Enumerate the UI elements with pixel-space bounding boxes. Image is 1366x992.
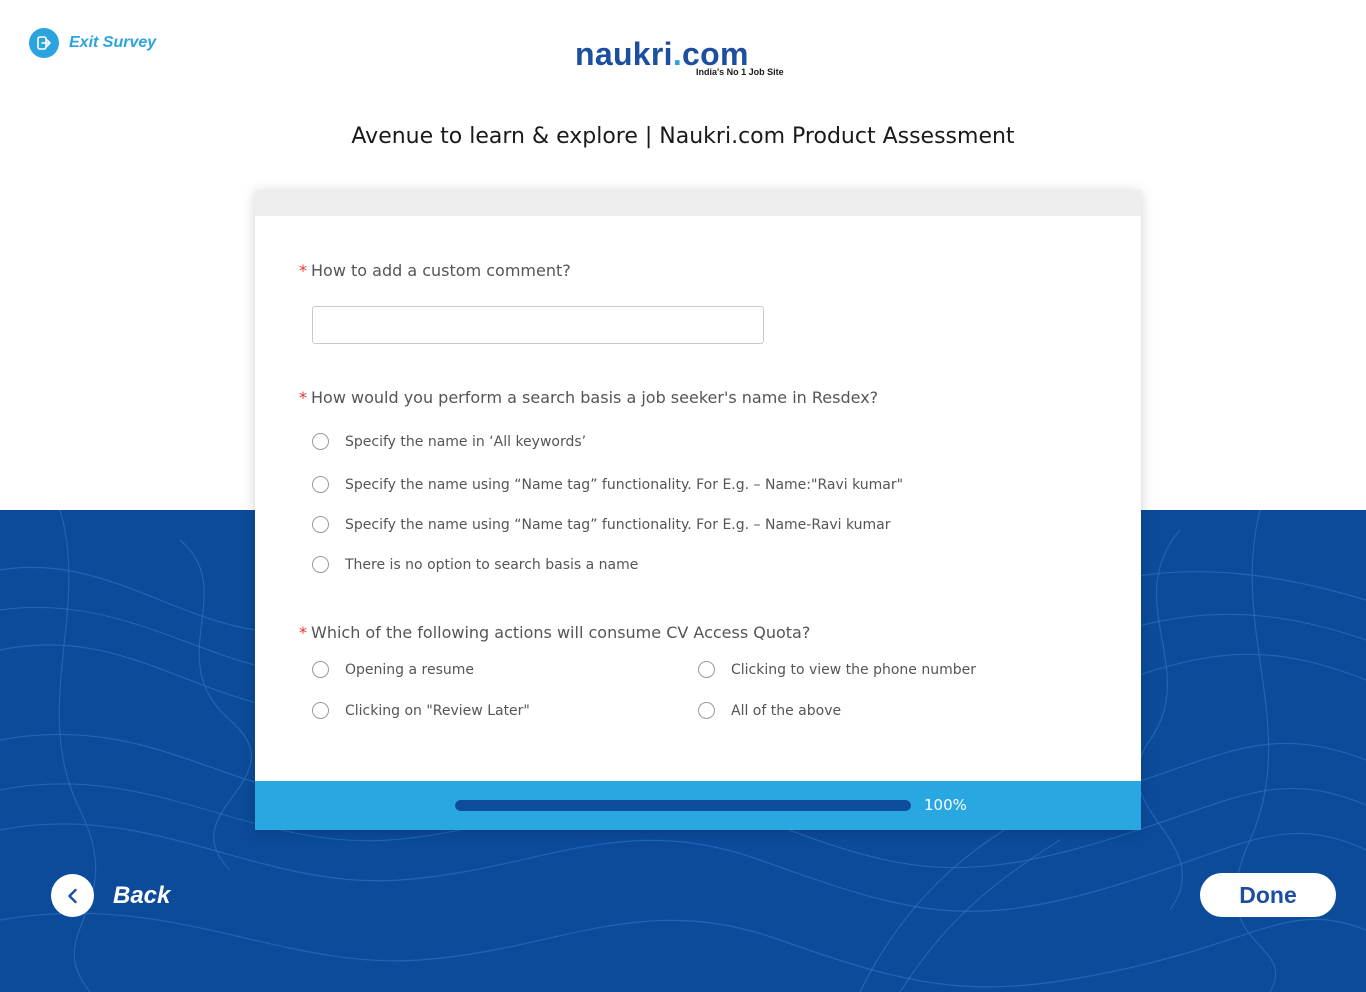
option-label: There is no option to search basis a nam…	[345, 556, 639, 573]
custom-comment-input[interactable]	[312, 306, 764, 344]
progress-bar-fill	[455, 800, 911, 811]
question-text: How to add a custom comment?	[311, 261, 571, 280]
question-2: * How would you perform a search basis a …	[299, 388, 878, 407]
page-title: Avenue to learn & explore | Naukri.com P…	[351, 124, 1015, 149]
exit-icon	[29, 28, 59, 58]
done-button[interactable]: Done	[1200, 873, 1336, 917]
radio-button[interactable]	[312, 476, 329, 493]
option-label: Opening a resume	[345, 661, 475, 678]
radio-option[interactable]: There is no option to search basis a nam…	[312, 556, 638, 573]
question-text: Which of the following actions will cons…	[311, 623, 811, 642]
exit-survey-label: Exit Survey	[69, 34, 157, 51]
naukri-logo: naukri.com India's No 1 Job Site	[575, 36, 795, 80]
progress-percent: 100%	[924, 796, 967, 814]
exit-survey-button[interactable]: Exit Survey	[29, 28, 156, 58]
survey-card: * How to add a custom comment? * How would…	[255, 190, 1141, 830]
logo-tagline: India's No 1 Job Site	[696, 67, 784, 77]
radio-option[interactable]: Specify the name in ‘All keywords’	[312, 433, 586, 450]
radio-option[interactable]: Clicking to view the phone number	[698, 661, 976, 678]
progress-bar	[455, 800, 911, 811]
question-text: How would you perform a search basis a j…	[311, 388, 879, 407]
radio-button[interactable]	[312, 433, 329, 450]
radio-button[interactable]	[698, 661, 715, 678]
radio-option[interactable]: Opening a resume	[312, 661, 474, 678]
required-mark: *	[299, 623, 307, 642]
back-label: Back	[113, 881, 171, 909]
radio-button[interactable]	[312, 702, 329, 719]
radio-button[interactable]	[312, 516, 329, 533]
card-header-strip	[255, 190, 1141, 216]
question-3: * Which of the following actions will con…	[299, 623, 810, 642]
option-label: Clicking to view the phone number	[731, 661, 976, 678]
radio-button[interactable]	[698, 702, 715, 719]
option-label: All of the above	[731, 702, 842, 719]
radio-option[interactable]: All of the above	[698, 702, 841, 719]
required-mark: *	[299, 261, 307, 280]
option-label: Specify the name in ‘All keywords’	[345, 433, 587, 450]
chevron-left-icon	[51, 874, 94, 917]
option-label: Specify the name using “Name tag” functi…	[345, 516, 891, 533]
radio-button[interactable]	[312, 661, 329, 678]
required-mark: *	[299, 388, 307, 407]
radio-option[interactable]: Clicking on "Review Later"	[312, 702, 530, 719]
option-label: Clicking on "Review Later"	[345, 702, 530, 719]
option-label: Specify the name using “Name tag” functi…	[345, 476, 904, 493]
radio-option[interactable]: Specify the name using “Name tag” functi…	[312, 476, 903, 493]
radio-option[interactable]: Specify the name using “Name tag” functi…	[312, 516, 891, 533]
back-button[interactable]: Back	[51, 874, 170, 917]
radio-button[interactable]	[312, 556, 329, 573]
question-1: * How to add a custom comment?	[299, 261, 571, 280]
progress-footer: 100%	[255, 781, 1141, 830]
